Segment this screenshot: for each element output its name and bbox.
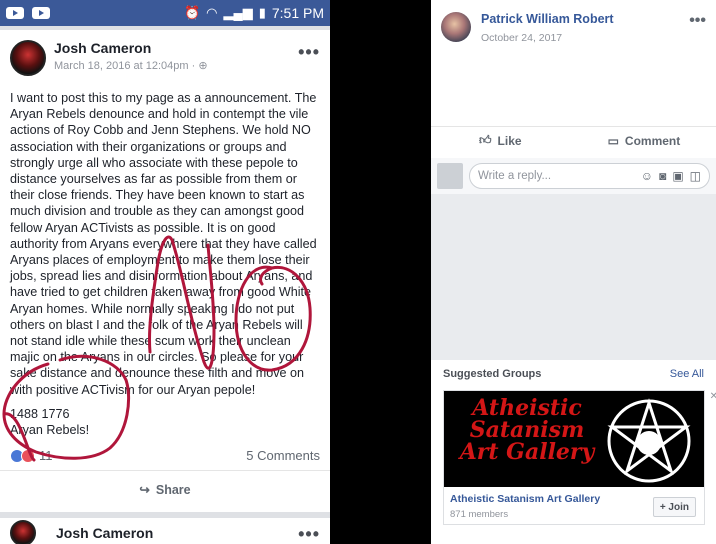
see-all-link[interactable]: See All — [670, 368, 704, 380]
youtube-icon — [6, 7, 24, 19]
pentagram-icon — [607, 398, 691, 483]
avatar[interactable] — [10, 40, 46, 76]
post-timestamp[interactable]: March 18, 2016 at 12:04pm — [54, 60, 189, 72]
post-body: I want to post this to my page as a anno… — [0, 76, 330, 438]
thumbs-up-icon: 👍︎ — [479, 133, 492, 147]
group-name[interactable]: Atheistic Satanism Art Gallery — [450, 493, 600, 505]
screenshot-composite: ⏰ ◠ ▂▄▆ ▮ 7:51 PM Josh Cameron March 18,… — [0, 0, 716, 544]
share-button[interactable]: ↪ Share — [0, 470, 330, 508]
more-options-icon[interactable]: ••• — [298, 524, 320, 544]
status-time: 7:51 PM — [271, 5, 324, 21]
reply-placeholder: Write a reply... — [478, 170, 552, 182]
more-options-icon[interactable]: ••• — [689, 12, 706, 44]
speech-bubble-icon: ▭ — [607, 133, 619, 148]
comment-date[interactable]: October 24, 2017 — [481, 32, 689, 44]
comments-count[interactable]: 5 Comments — [246, 448, 320, 463]
reactions[interactable] — [10, 448, 35, 463]
suggested-groups-title: Suggested Groups — [443, 368, 542, 380]
share-icon: ↪ — [139, 483, 150, 497]
signal-icon: ▂▄▆ — [223, 5, 253, 20]
reply-input[interactable]: Write a reply... ☺ ◙ ▣ ◫ — [469, 163, 710, 189]
comment-actions: 👍︎ Like ▭ Comment — [431, 126, 716, 148]
group-image-text: Atheistic Satanism Art Gallery — [459, 395, 595, 465]
avatar[interactable] — [441, 12, 471, 42]
post-tag-line: Aryan Rebels! — [10, 423, 90, 438]
battery-icon: ▮ — [258, 5, 266, 20]
youtube-icon — [32, 7, 50, 19]
close-icon[interactable]: ✕ — [710, 391, 716, 402]
next-post-header: Josh Cameron ••• — [0, 518, 330, 544]
comment-author[interactable]: Patrick William Robert — [481, 12, 689, 26]
join-button[interactable]: + Join — [652, 497, 696, 517]
avatar[interactable] — [10, 520, 36, 544]
group-cover-image[interactable]: Atheistic Satanism Art Gallery — [444, 391, 704, 487]
suggested-groups: Suggested Groups See All Atheistic Satan… — [431, 360, 716, 544]
wifi-icon: ◠ — [206, 5, 218, 20]
post-header: Josh Cameron March 18, 2016 at 12:04pm ·… — [0, 30, 330, 76]
angry-reaction-icon — [21, 448, 35, 463]
camera-icon[interactable]: ◙ — [659, 169, 666, 183]
post-card: Josh Cameron March 18, 2016 at 12:04pm ·… — [0, 30, 330, 512]
gif-icon[interactable]: ▣ — [672, 169, 683, 183]
reaction-count[interactable]: 11 — [39, 448, 53, 463]
group-members: 871 members — [450, 509, 509, 520]
alarm-icon: ⏰ — [183, 5, 201, 20]
group-card[interactable]: Atheistic Satanism Art Gallery ✕ Atheist… — [443, 390, 716, 525]
sticker-icon[interactable]: ◫ — [690, 169, 701, 183]
avatar — [437, 163, 463, 189]
comment-label: Comment — [624, 133, 681, 148]
like-button[interactable]: 👍︎ Like — [479, 133, 522, 148]
status-bar: ⏰ ◠ ▂▄▆ ▮ 7:51 PM — [0, 0, 330, 26]
comment-button[interactable]: ▭ Comment — [608, 133, 681, 148]
more-options-icon[interactable]: ••• — [298, 42, 320, 63]
reply-row: Write a reply... ☺ ◙ ▣ ◫ — [431, 158, 716, 194]
post-tag-line: 1488 1776 — [10, 406, 70, 421]
comment-card: Patrick William Robert October 24, 2017 … — [431, 0, 716, 158]
globe-icon: ⊕ — [198, 60, 208, 72]
facebook-sidebar-panel: Patrick William Robert October 24, 2017 … — [431, 0, 716, 544]
post-author[interactable]: Josh Cameron — [54, 40, 298, 56]
post-meta: March 18, 2016 at 12:04pm · ⊕ — [54, 59, 298, 72]
phone-screen: ⏰ ◠ ▂▄▆ ▮ 7:51 PM Josh Cameron March 18,… — [0, 0, 330, 544]
privacy-icon: · — [191, 60, 196, 72]
like-label: Like — [497, 133, 522, 148]
post-author[interactable]: Josh Cameron — [56, 525, 153, 541]
post-text: I want to post this to my page as a anno… — [10, 91, 320, 397]
reaction-bar: 11 5 Comments — [10, 448, 320, 463]
share-label: Share — [155, 482, 191, 497]
emoji-icon[interactable]: ☺ — [641, 169, 653, 183]
